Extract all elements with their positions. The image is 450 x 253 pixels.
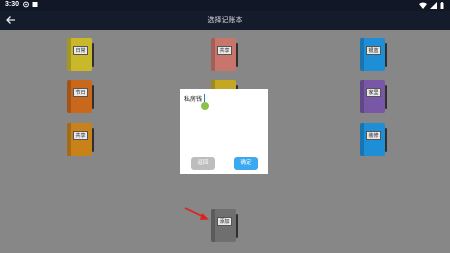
notebook-label: 家里 [366, 88, 381, 97]
wifi-icon [419, 2, 427, 9]
app-bar: 选择记账本 [0, 11, 450, 30]
notebook-label: 共享 [73, 131, 88, 140]
notebook-label: 装修 [366, 131, 381, 140]
notebook-item[interactable]: 装修 [360, 123, 387, 156]
signal-icon [430, 2, 437, 9]
notebook-item[interactable]: 银蓝 [360, 38, 387, 71]
android-settings-icon [23, 1, 29, 8]
notebook-item[interactable]: 节日 [67, 80, 94, 113]
book-name-input[interactable]: 私房钱 [184, 94, 202, 103]
cancel-button[interactable]: 返回 [191, 157, 215, 170]
page-title: 选择记账本 [207, 16, 243, 24]
add-notebook-button[interactable]: 添加 [211, 209, 238, 242]
notebook-label: 日常 [73, 46, 88, 55]
notebook-label: 共享 [217, 46, 232, 55]
annotation-arrow-icon [184, 207, 209, 220]
new-book-dialog: 私房钱 返回 确定 [180, 89, 268, 174]
notebook-item[interactable]: 共享 [67, 123, 94, 156]
battery-icon [440, 2, 444, 9]
notebook-label: 银蓝 [366, 46, 381, 55]
text-selection-handle[interactable] [201, 102, 209, 110]
add-notebook-label: 添加 [217, 217, 232, 226]
notebook-label: 节日 [73, 88, 88, 97]
text-cursor [204, 94, 205, 102]
status-icons [419, 2, 444, 9]
notebook-item[interactable]: 家里 [360, 80, 387, 113]
notebook-item[interactable]: 共享 [211, 38, 238, 71]
status-bar: 3:30 [0, 0, 450, 11]
notification-icon [32, 2, 38, 7]
status-time: 3:30 [5, 1, 20, 8]
notebook-item[interactable]: 日常 [67, 38, 94, 71]
confirm-button[interactable]: 确定 [234, 157, 258, 170]
